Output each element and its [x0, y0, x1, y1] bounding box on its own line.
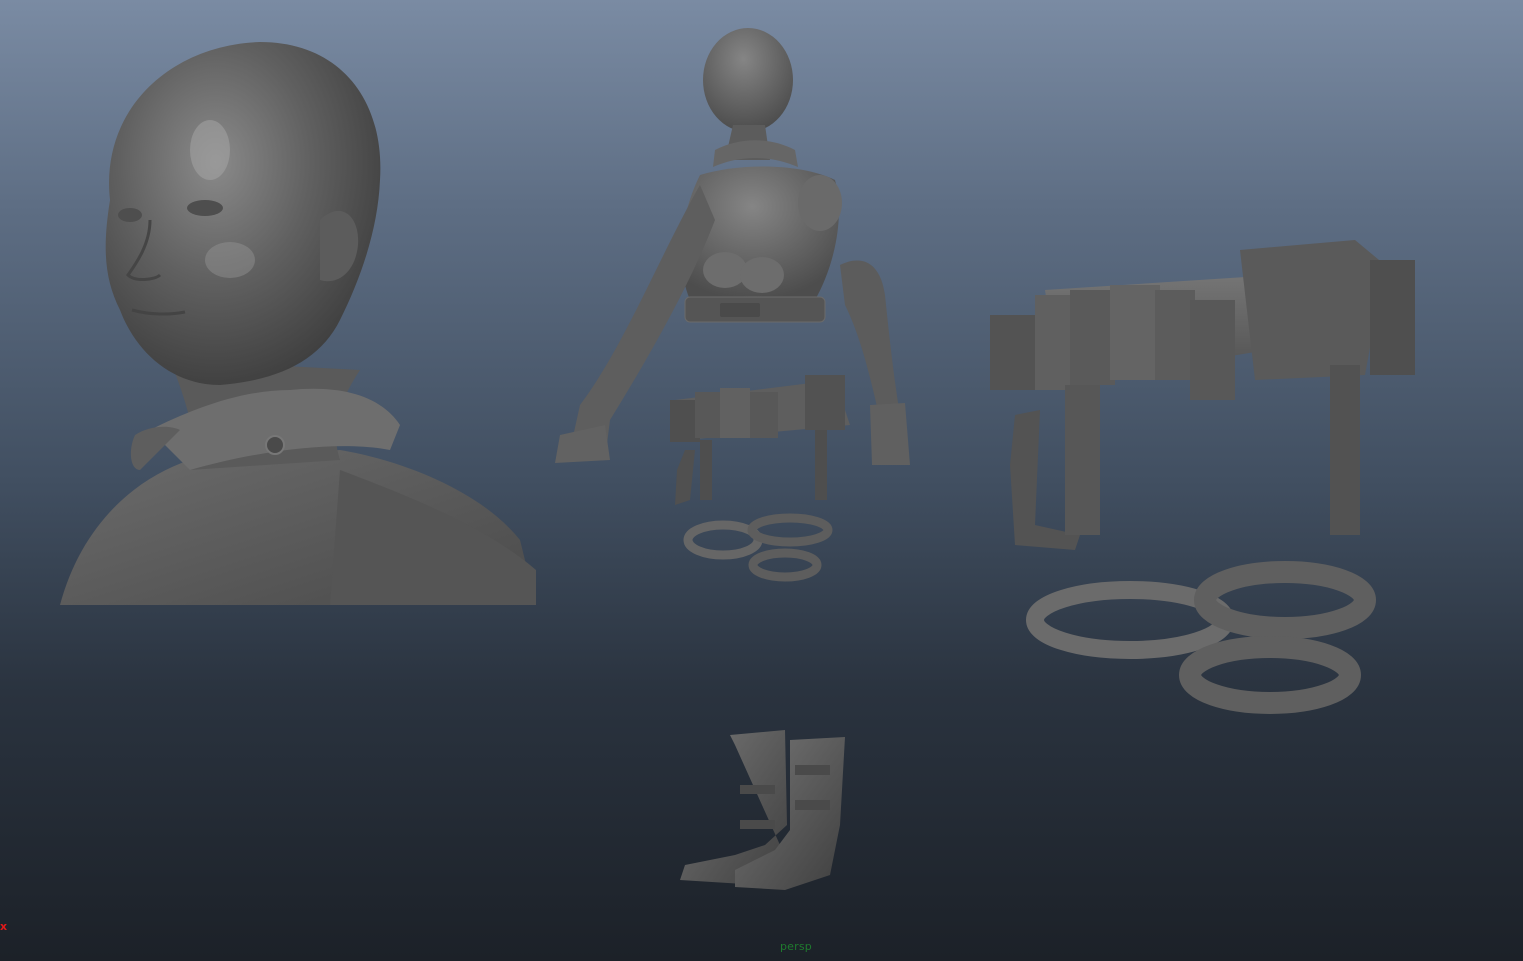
- utility-belt-large-model[interactable]: [985, 235, 1430, 555]
- boots-model[interactable]: [675, 725, 850, 895]
- leg-straps-small-model[interactable]: [683, 510, 835, 585]
- utility-belt-small-model[interactable]: [665, 370, 855, 510]
- head-bust-model[interactable]: [40, 30, 540, 620]
- camera-name-label: persp: [780, 940, 812, 953]
- axis-x-label: x: [0, 920, 8, 933]
- persp-viewport[interactable]: x persp: [0, 0, 1523, 961]
- leg-straps-large-model[interactable]: [1026, 555, 1376, 725]
